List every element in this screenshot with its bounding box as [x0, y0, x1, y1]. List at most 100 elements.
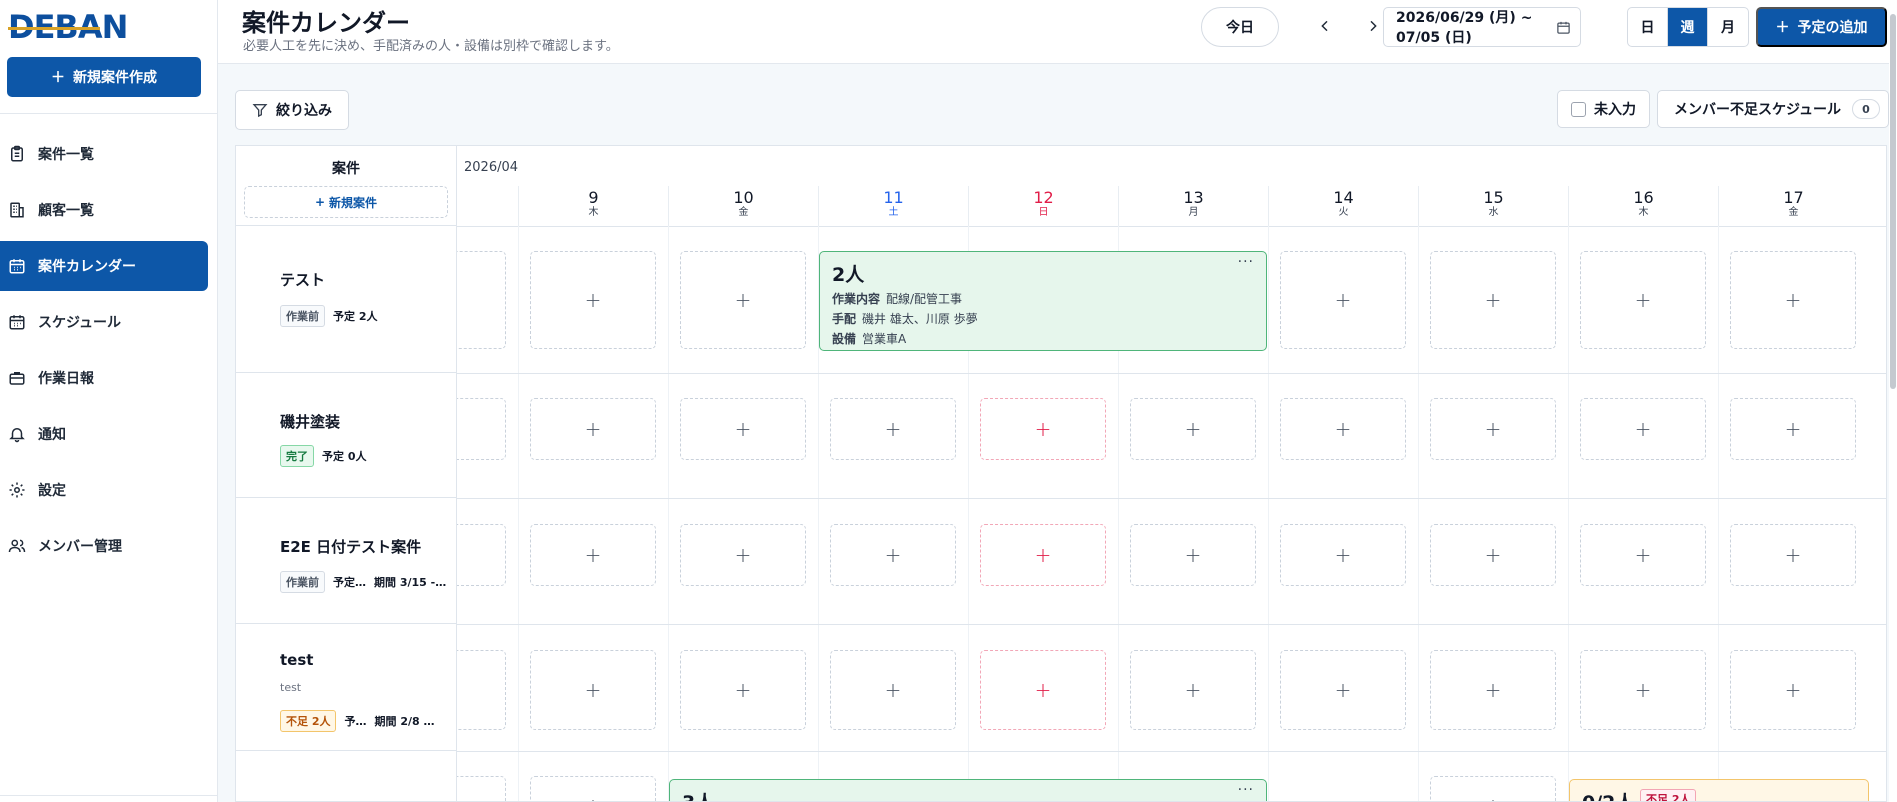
add-slot-button[interactable]: +: [1280, 650, 1406, 730]
more-options-icon[interactable]: ···: [1238, 782, 1254, 798]
sidebar-item-members[interactable]: メンバー管理: [0, 521, 208, 571]
add-slot-button[interactable]: +: [680, 524, 806, 586]
planned-count: 予…: [344, 715, 367, 728]
add-slot-button[interactable]: +: [1580, 650, 1706, 730]
filter-button[interactable]: 絞り込み: [235, 90, 349, 130]
unfilled-checkbox[interactable]: [1571, 101, 1586, 117]
schedule-event[interactable]: 3人 ···: [669, 779, 1267, 801]
add-slot-button[interactable]: +: [680, 650, 806, 730]
status-badge: 作業前: [280, 305, 325, 327]
today-button[interactable]: 今日: [1201, 7, 1279, 47]
add-slot-button[interactable]: +: [1280, 251, 1406, 349]
briefcase-icon: [9, 372, 25, 385]
add-slot-button[interactable]: +: [1430, 398, 1556, 460]
add-slot-button[interactable]: +: [1280, 398, 1406, 460]
sidebar-bottom-divider: [0, 795, 217, 796]
sidebar-item-customers[interactable]: 顧客一覧: [0, 185, 208, 235]
add-slot-button[interactable]: +: [830, 398, 956, 460]
day-weekday: 月: [1188, 207, 1199, 218]
view-week-button[interactable]: 週: [1668, 8, 1708, 46]
member-shortage-button[interactable]: メンバー不足スケジュール 0: [1657, 90, 1889, 128]
add-slot-button[interactable]: +: [1130, 524, 1256, 586]
add-slot-button[interactable]: +: [1430, 251, 1556, 349]
add-slot-button[interactable]: +: [530, 524, 656, 586]
deban-logo[interactable]: DEBAN: [8, 8, 128, 46]
new-case-inline-button[interactable]: + 新規案件: [244, 186, 448, 218]
page-subtitle: 必要人工を先に決め、手配済みの人・設備は別枠で確認します。: [243, 39, 619, 54]
add-slot-button[interactable]: +: [1580, 251, 1706, 349]
chevron-right-icon: [1370, 20, 1377, 32]
day-header: 10 金: [668, 186, 818, 226]
sidebar-item-notifications[interactable]: 通知: [0, 409, 208, 459]
date-range-picker[interactable]: 2026/06/29 (月) ~ 07/05 (日): [1383, 7, 1581, 47]
sidebar-divider: [0, 113, 217, 114]
case-column: 案件 + 新規案件 テスト 作業前 予定 2人 磯井塗装 完了 予定 0人 E2…: [236, 146, 457, 801]
day-number: 14: [1333, 188, 1354, 207]
sidebar-item-cases[interactable]: 案件一覧: [0, 129, 208, 179]
add-slot-button[interactable]: +: [1430, 524, 1556, 586]
view-month-button[interactable]: 月: [1708, 8, 1748, 46]
add-slot-button[interactable]: +: [1130, 650, 1256, 730]
building-icon: [10, 202, 24, 218]
shortage-flag: 不足 2人: [1640, 789, 1697, 801]
scrollbar-thumb[interactable]: [1890, 14, 1896, 389]
add-slot-button[interactable]: +: [1580, 524, 1706, 586]
view-toggle: 日 週 月: [1627, 7, 1749, 47]
sidebar: DEBAN ＋ 新規案件作成 案件一覧 顧客一覧 案件カレンダー スケジュール …: [0, 0, 218, 802]
day-weekday: 木: [1638, 207, 1649, 218]
prev-week-button[interactable]: [1311, 12, 1339, 40]
add-slot-button[interactable]: +: [1280, 524, 1406, 586]
add-slot-button[interactable]: +: [1730, 524, 1856, 586]
row-divider: [457, 751, 1886, 752]
sidebar-item-daily-report[interactable]: 作業日報: [0, 353, 208, 403]
new-case-button[interactable]: ＋ 新規案件作成: [7, 57, 201, 97]
add-slot-button[interactable]: +: [1130, 398, 1256, 460]
users-icon: [8, 539, 26, 553]
day-header: 13 月: [1118, 186, 1268, 226]
add-slot-button[interactable]: +: [530, 251, 656, 349]
sidebar-nav: 案件一覧 顧客一覧 案件カレンダー スケジュール 作業日報 通知 設定 メンバー…: [0, 129, 217, 577]
day-weekday: 金: [738, 207, 749, 218]
sidebar-item-settings[interactable]: 設定: [0, 465, 208, 515]
status-badge: 作業前: [280, 571, 325, 593]
unfilled-toggle[interactable]: 未入力: [1557, 90, 1650, 128]
add-slot-button[interactable]: +: [1430, 776, 1556, 801]
schedule-event[interactable]: 2人 ··· 作業内容 配線/配管工事 手配 磯井 雄太、川原 歩夢 設備 営業車A: [819, 251, 1267, 351]
add-slot-button[interactable]: +: [830, 650, 956, 730]
add-slot-button[interactable]: +: [530, 650, 656, 730]
day-weekday: 水: [1488, 207, 1499, 218]
add-slot-button[interactable]: +: [1580, 398, 1706, 460]
case-row-test-2[interactable]: test test 不足 2人 予… 期間 2/8 …: [236, 624, 456, 751]
add-slot-button[interactable]: +: [680, 251, 806, 349]
add-slot-button[interactable]: +: [980, 398, 1106, 460]
more-options-icon[interactable]: ···: [1238, 254, 1254, 270]
add-slot-button[interactable]: +: [980, 524, 1106, 586]
case-column-header: 案件 + 新規案件: [236, 146, 456, 226]
day-number: 9: [588, 188, 599, 207]
row-divider: [457, 624, 1886, 625]
add-slot-button[interactable]: +: [1730, 650, 1856, 730]
add-slot-button[interactable]: +: [1730, 398, 1856, 460]
day-number: 16: [1633, 188, 1654, 207]
add-slot-button[interactable]: +: [530, 398, 656, 460]
add-slot-button[interactable]: +: [830, 524, 956, 586]
shortage-event[interactable]: 0/2人不足 2人: [1569, 779, 1869, 801]
add-schedule-button[interactable]: ＋ 予定の追加: [1756, 7, 1887, 47]
add-slot-button[interactable]: +: [530, 776, 656, 801]
view-day-button[interactable]: 日: [1628, 8, 1668, 46]
column-divider: [1718, 226, 1719, 801]
day-header: 17 金: [1718, 186, 1868, 226]
add-slot-button[interactable]: +: [980, 650, 1106, 730]
add-slot-button[interactable]: +: [680, 398, 806, 460]
column-divider: [1268, 226, 1269, 801]
add-slot-button[interactable]: +: [1730, 251, 1856, 349]
calendar-grid: 8水9木10金11土12日13月14火15水16木17金++++++++++++…: [368, 146, 1886, 801]
event-headcount: 0/2人: [1582, 788, 1634, 801]
case-row-e2e[interactable]: E2E 日付テスト案件 作業前 予定… 期間 3/15 -…: [236, 498, 456, 624]
page-scrollbar[interactable]: [1889, 0, 1897, 802]
sidebar-item-schedule[interactable]: スケジュール: [0, 297, 208, 347]
case-row-test[interactable]: テスト 作業前 予定 2人: [236, 227, 456, 373]
add-slot-button[interactable]: +: [1430, 650, 1556, 730]
sidebar-item-case-calendar[interactable]: 案件カレンダー: [0, 241, 208, 291]
case-row-isoi[interactable]: 磯井塗装 完了 予定 0人: [236, 373, 456, 498]
